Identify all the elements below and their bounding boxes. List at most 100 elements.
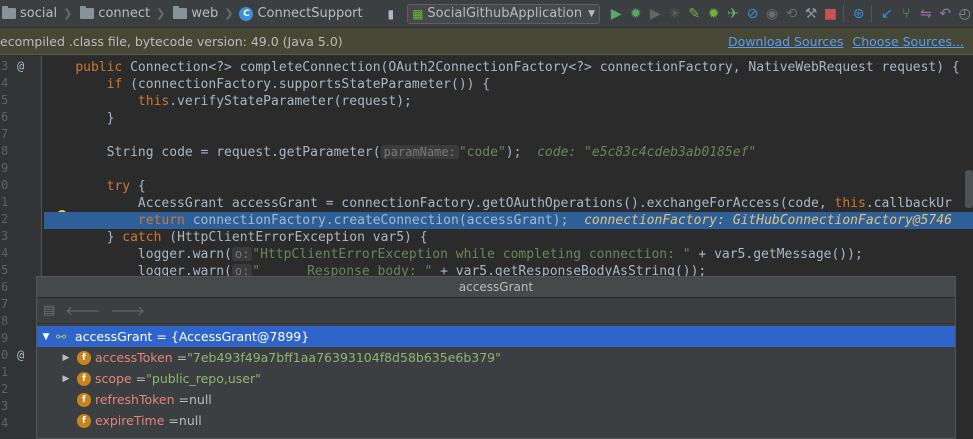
line-number: 8 [1,144,9,158]
chevron-right-icon[interactable]: ▶ [59,374,73,384]
code-text: Connection<?> completeConnection(OAuth2C… [122,60,960,75]
code-text: AccessGrant accessGrant = connectionFact… [137,196,835,211]
keyword: return [137,213,185,228]
forward-icon[interactable]: 🡒 [110,303,145,319]
breadcrumb-label: ConnectSupport [257,6,363,21]
code-text: logger.warn( [137,247,232,262]
line-number: 3 [1,399,9,413]
search-icon[interactable]: ⊛ [850,3,866,25]
breadcrumb-social[interactable]: social ❯ [0,0,78,27]
download-sources-link[interactable]: Download Sources [728,34,844,49]
field-equals: = [175,392,189,407]
back-icon[interactable]: 🡐 [65,303,100,319]
field-equals: = [132,371,146,386]
line-number: 4 [1,246,9,260]
line-number: 2 [1,212,9,226]
line-number: 1 [1,365,9,379]
field-name: scope [95,371,132,386]
field-name: expireTime [95,413,165,428]
breadcrumb-label: connect [98,6,151,21]
line-number: 4 [1,76,9,90]
vcs-compare-icon[interactable]: ⇋ [918,3,934,25]
override-marker-icon[interactable]: @ [17,348,24,362]
build-icon[interactable]: ▮ [383,3,399,25]
code-text: } [106,111,115,126]
debug-icon[interactable]: ✹ [628,3,644,25]
line-number: 2 [1,382,9,396]
code-text: ); [505,145,522,160]
folder-icon [173,6,188,19]
object-icon: ⚯ [56,329,67,344]
attach-icon[interactable]: ◉ [764,3,780,25]
code-line: public Connection<?> completeConnection(… [44,59,973,76]
field-eq-text: = [178,392,189,407]
code-text: .verifyStateParameter(request); [169,94,412,109]
class-icon: C [239,6,254,21]
editor-scrollbar[interactable] [965,170,973,208]
breadcrumb-web[interactable]: web ❯ [171,0,239,27]
run-icon[interactable]: ▶ [608,3,624,25]
stop-icon[interactable]: ■ [822,3,838,25]
breadcrumb-connectsupport[interactable]: C ConnectSupport [239,0,368,27]
field-equals: = [173,350,187,365]
keyword: this [834,196,866,211]
tree-field-row[interactable]: f refreshToken = null [37,389,955,410]
popup-title: accessGrant [37,277,955,298]
rocket-icon[interactable]: ✈ [725,3,741,25]
tree-field-row[interactable]: ▶ f accessToken = "7eb493f49a7bff1aa7639… [37,347,955,368]
code-line: logger.warn(o: "HttpClientErrorException … [44,246,973,263]
profile-icon[interactable]: ✳ [666,3,682,25]
variable-value: = {AccessGrant@7899} [152,329,309,344]
code-line: try { [44,178,973,195]
code-line: } catch (HttpClientErrorException var5) … [44,229,973,246]
chevron-down-icon[interactable]: ▼ [39,332,53,342]
current-execution-line: return connectionFactory.createConnectio… [44,212,973,229]
run-coverage-icon[interactable]: ▶ [647,3,663,25]
code-text: (connectionFactory.supportsStateParamete… [122,77,491,92]
code-line: this.verifyStateParameter(request); [44,93,973,110]
update-icon[interactable]: ⟲ [783,3,799,25]
vcs-revert-icon[interactable]: ↶ [937,3,953,25]
chevron-down-icon: ▼ [588,8,596,19]
vcs-commit-icon[interactable]: ⑂ [898,3,914,25]
string-literal: "code" [458,145,506,160]
parameter-hint: o: [231,247,253,261]
breadcrumb-separator: ❯ [63,7,73,20]
hammer-icon[interactable]: ⚒ [803,3,819,25]
jrebel-debug-icon[interactable]: ✹ [705,3,721,25]
inline-debug-value: connectionFactory: GitHubConnectionFacto… [584,213,952,228]
jrebel-run-icon[interactable]: ✎ [686,3,702,25]
vcs-update-icon[interactable]: ↙ [879,3,895,25]
line-number: 0 [1,178,9,192]
code-text: (HttpClientErrorException var5) { [161,230,428,245]
breadcrumb-separator: ❯ [224,7,234,20]
line-number: 9 [1,331,9,345]
field-eq-text: = [176,350,188,365]
tree-field-row[interactable]: f expireTime = null [37,410,955,431]
breadcrumb-connect[interactable]: connect ❯ [78,0,171,27]
line-number: 3 [1,59,9,73]
line-number: 9 [1,161,9,175]
history-icon[interactable]: ◴ [957,3,973,25]
field-name: accessToken [95,350,173,365]
code-text: String code = request.getParameter( [106,145,381,160]
choose-sources-link[interactable]: Choose Sources... [853,34,965,49]
run-configuration-select[interactable]: ▦ SocialGithubApplication ▼ [407,3,601,24]
folder-icon [2,6,16,19]
code-line: } [44,110,973,127]
code-text: + var5.getMessage()); [690,247,863,262]
field-icon: f [77,371,91,386]
code-line: if (connectionFactory.supportsStateParam… [44,76,973,93]
code-text: .callbackUr [865,196,952,211]
chevron-right-icon[interactable]: ▶ [59,353,73,363]
line-number: 8 [1,314,9,328]
compass-icon[interactable]: ⊘ [744,3,760,25]
line-number: 4 [1,416,9,430]
watch-icon[interactable]: ▤ [43,303,55,318]
tree-field-row[interactable]: ▶ f scope = "public_repo,user" [37,368,955,389]
field-icon: f [77,413,91,428]
folder-icon [80,6,95,19]
keyword: try [106,179,131,194]
tree-root-row[interactable]: ▼ ⚯ accessGrant = {AccessGrant@7899} [37,326,955,347]
override-marker-icon[interactable]: @ [17,59,24,73]
